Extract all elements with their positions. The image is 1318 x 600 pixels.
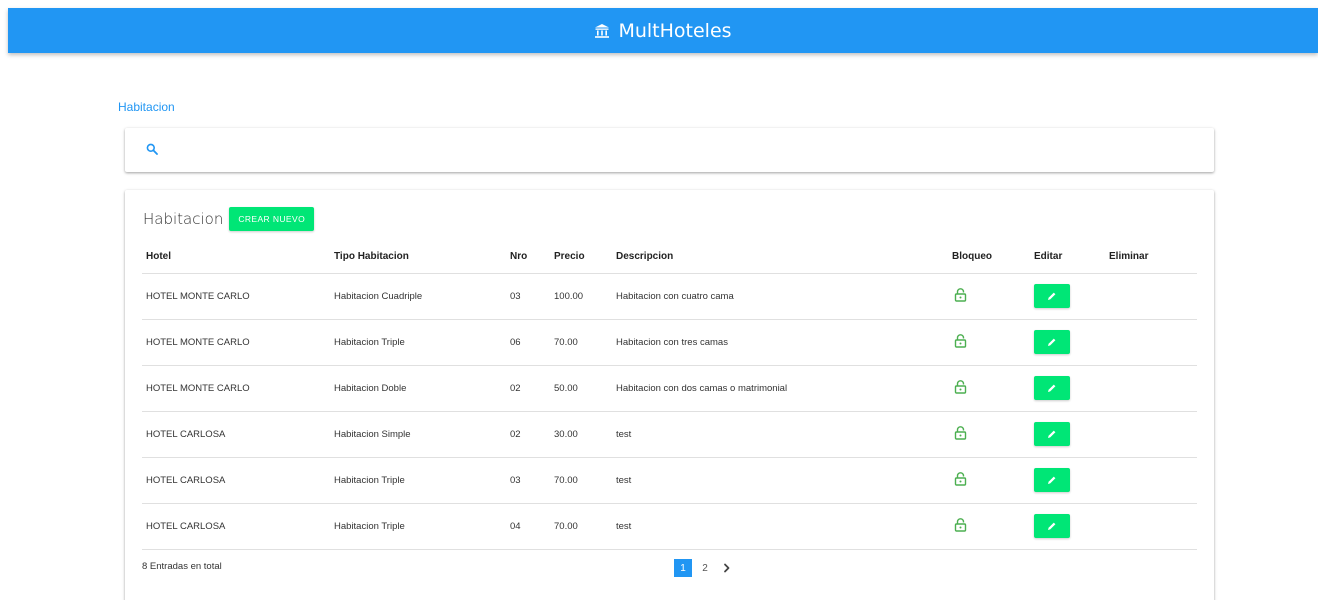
cell-tipo: Habitacion Triple bbox=[334, 457, 510, 504]
breadcrumb[interactable]: Habitacion bbox=[118, 100, 175, 114]
cell-bloqueo bbox=[952, 319, 1034, 366]
cell-tipo: Habitacion Triple bbox=[334, 319, 510, 366]
pencil-icon bbox=[1048, 430, 1056, 438]
cell-bloqueo bbox=[952, 411, 1034, 458]
card-title: Habitacion bbox=[143, 210, 224, 228]
cell-nro: 06 bbox=[510, 319, 554, 366]
column-header-hotel[interactable]: Hotel bbox=[142, 240, 334, 274]
cell-eliminar bbox=[1109, 273, 1197, 320]
rooms-table: Hotel Tipo Habitacion Nro Precio Descrip… bbox=[142, 240, 1197, 550]
lock-open-icon[interactable] bbox=[954, 471, 967, 486]
cell-eliminar bbox=[1109, 365, 1197, 412]
cell-eliminar bbox=[1109, 319, 1197, 366]
table-row: HOTEL MONTE CARLO Habitacion Triple 06 7… bbox=[142, 319, 1197, 366]
cell-tipo: Habitacion Simple bbox=[334, 411, 510, 458]
table-header-row: Hotel Tipo Habitacion Nro Precio Descrip… bbox=[142, 240, 1197, 274]
lock-open-icon[interactable] bbox=[954, 517, 967, 532]
cell-descripcion: test bbox=[616, 411, 952, 458]
table-row: HOTEL CARLOSA Habitacion Triple 04 70.00… bbox=[142, 503, 1197, 550]
cell-nro: 03 bbox=[510, 273, 554, 320]
cell-hotel: HOTEL CARLOSA bbox=[142, 411, 334, 458]
column-header-bloqueo: Bloqueo bbox=[952, 240, 1034, 274]
cell-bloqueo bbox=[952, 503, 1034, 550]
cell-hotel: HOTEL MONTE CARLO bbox=[142, 273, 334, 320]
edit-button[interactable] bbox=[1034, 330, 1070, 354]
cell-editar bbox=[1034, 365, 1109, 412]
hotel-icon bbox=[595, 23, 610, 38]
lock-open-icon[interactable] bbox=[954, 333, 967, 348]
app-header: MultHoteles bbox=[8, 8, 1318, 53]
cell-editar bbox=[1034, 457, 1109, 504]
cell-descripcion: Habitacion con tres camas bbox=[616, 319, 952, 366]
cell-editar bbox=[1034, 273, 1109, 320]
lock-open-icon[interactable] bbox=[954, 287, 967, 302]
pencil-icon bbox=[1048, 384, 1056, 392]
cell-bloqueo bbox=[952, 273, 1034, 320]
cell-editar bbox=[1034, 319, 1109, 366]
pencil-icon bbox=[1048, 476, 1056, 484]
lock-open-icon[interactable] bbox=[954, 379, 967, 394]
cell-eliminar bbox=[1109, 457, 1197, 504]
edit-button[interactable] bbox=[1034, 284, 1070, 308]
cell-precio: 70.00 bbox=[554, 457, 616, 504]
page-button-1[interactable]: 1 bbox=[674, 559, 692, 577]
pencil-icon bbox=[1048, 522, 1056, 530]
cell-precio: 70.00 bbox=[554, 503, 616, 550]
cell-descripcion: Habitacion con cuatro cama bbox=[616, 273, 952, 320]
column-header-precio[interactable]: Precio bbox=[554, 240, 616, 274]
app-title: MultHoteles bbox=[618, 19, 732, 42]
cell-hotel: HOTEL CARLOSA bbox=[142, 503, 334, 550]
column-header-descripcion[interactable]: Descripcion bbox=[616, 240, 952, 274]
column-header-eliminar: Eliminar bbox=[1109, 240, 1197, 274]
brand[interactable]: MultHoteles bbox=[594, 19, 732, 42]
cell-eliminar bbox=[1109, 411, 1197, 458]
rooms-table-card: Habitacion CREAR NUEVO Hotel Tipo Habita… bbox=[125, 190, 1214, 600]
cell-bloqueo bbox=[952, 365, 1034, 412]
cell-tipo: Habitacion Doble bbox=[334, 365, 510, 412]
cell-precio: 100.00 bbox=[554, 273, 616, 320]
cell-precio: 50.00 bbox=[554, 365, 616, 412]
cell-descripcion: Habitacion con dos camas o matrimonial bbox=[616, 365, 952, 412]
table-row: HOTEL MONTE CARLO Habitacion Cuadriple 0… bbox=[142, 273, 1197, 320]
cell-hotel: HOTEL CARLOSA bbox=[142, 457, 334, 504]
cell-editar bbox=[1034, 411, 1109, 458]
cell-descripcion: test bbox=[616, 503, 952, 550]
cell-nro: 04 bbox=[510, 503, 554, 550]
edit-button[interactable] bbox=[1034, 422, 1070, 446]
cell-precio: 70.00 bbox=[554, 319, 616, 366]
pagination: 1 2 bbox=[674, 559, 732, 577]
cell-hotel: HOTEL MONTE CARLO bbox=[142, 365, 334, 412]
edit-button[interactable] bbox=[1034, 514, 1070, 538]
lock-open-icon[interactable] bbox=[954, 425, 967, 440]
create-new-button[interactable]: CREAR NUEVO bbox=[229, 207, 315, 231]
table-row: HOTEL CARLOSA Habitacion Simple 02 30.00… bbox=[142, 411, 1197, 458]
table-row: HOTEL CARLOSA Habitacion Triple 03 70.00… bbox=[142, 457, 1197, 504]
column-header-tipo[interactable]: Tipo Habitacion bbox=[334, 240, 510, 274]
search-icon[interactable] bbox=[146, 143, 158, 155]
search-panel bbox=[125, 128, 1214, 172]
cell-tipo: Habitacion Cuadriple bbox=[334, 273, 510, 320]
cell-precio: 30.00 bbox=[554, 411, 616, 458]
cell-nro: 02 bbox=[510, 411, 554, 458]
chevron-right-icon[interactable] bbox=[722, 563, 732, 573]
pencil-icon bbox=[1048, 338, 1056, 346]
cell-nro: 03 bbox=[510, 457, 554, 504]
cell-nro: 02 bbox=[510, 365, 554, 412]
edit-button[interactable] bbox=[1034, 468, 1070, 492]
pencil-icon bbox=[1048, 292, 1056, 300]
cell-bloqueo bbox=[952, 457, 1034, 504]
card-header: Habitacion CREAR NUEVO bbox=[143, 207, 315, 231]
total-entries-text: 8 Entradas en total bbox=[142, 561, 222, 572]
edit-button[interactable] bbox=[1034, 376, 1070, 400]
cell-descripcion: test bbox=[616, 457, 952, 504]
cell-eliminar bbox=[1109, 503, 1197, 550]
column-header-nro[interactable]: Nro bbox=[510, 240, 554, 274]
cell-hotel: HOTEL MONTE CARLO bbox=[142, 319, 334, 366]
cell-editar bbox=[1034, 503, 1109, 550]
column-header-editar: Editar bbox=[1034, 240, 1109, 274]
page-button-2[interactable]: 2 bbox=[696, 559, 714, 577]
cell-tipo: Habitacion Triple bbox=[334, 503, 510, 550]
table-row: HOTEL MONTE CARLO Habitacion Doble 02 50… bbox=[142, 365, 1197, 412]
